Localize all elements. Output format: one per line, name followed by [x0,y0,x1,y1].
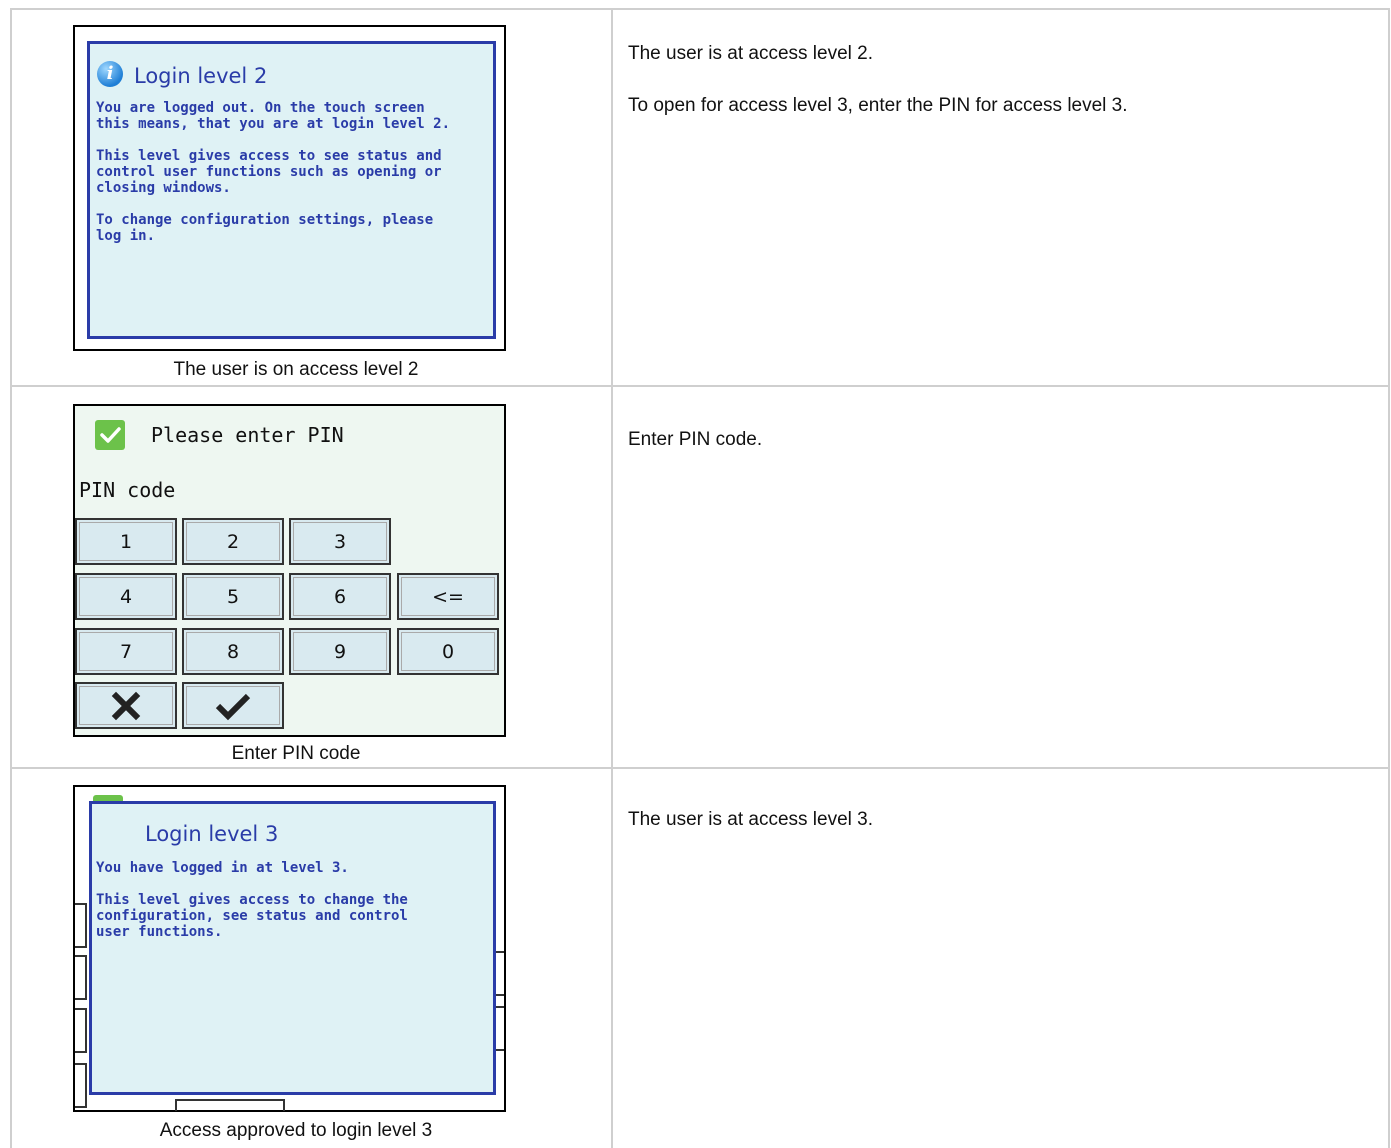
row-divider [10,767,1390,769]
screen-frame-login-level-3: Login level 3 You have logged in at leve… [73,785,506,1112]
dialog-title: Login level 2 [134,64,268,88]
key-2[interactable]: 2 [182,518,284,565]
caption: The user is on access level 2 [173,359,419,380]
background-key [75,1008,87,1053]
pin-field-label: PIN code [79,478,176,502]
confirm-button[interactable] [182,682,284,729]
key-4[interactable]: 4 [75,573,177,620]
screen-frame-login-level-2: i Login level 2 You are logged out. On t… [73,25,506,351]
description-line: To open for access level 3, enter the PI… [628,95,1128,116]
dialog-message: You are logged out. On the touch screen … [96,100,451,244]
screen-frame-enter-pin: Please enter PIN PIN code 1 2 3 4 5 6 <=… [73,404,506,737]
table-border-left [10,8,12,1148]
dialog-title: Login level 3 [145,822,279,846]
cancel-button[interactable] [75,682,177,729]
table-border-top [10,8,1390,10]
column-divider [611,8,613,1148]
close-icon [111,691,141,720]
description-line: Enter PIN code. [628,429,763,450]
info-icon: i [97,61,123,87]
key-8[interactable]: 8 [182,628,284,675]
description-line: The user is at access level 3. [628,809,873,830]
background-key [75,955,87,1000]
key-7[interactable]: 7 [75,628,177,675]
key-3[interactable]: 3 [289,518,391,565]
background-key [75,903,87,948]
caption: Access approved to login level 3 [159,1120,433,1141]
check-icon [95,420,125,450]
pin-title: Please enter PIN [151,423,344,447]
row-divider [10,385,1390,387]
table-border-right [1388,8,1390,1148]
backspace-key[interactable]: <= [397,573,499,620]
key-1[interactable]: 1 [75,518,177,565]
pin-screen: Please enter PIN PIN code 1 2 3 4 5 6 <=… [75,406,504,735]
key-6[interactable]: 6 [289,573,391,620]
key-9[interactable]: 9 [289,628,391,675]
login-level-2-dialog: i Login level 2 You are logged out. On t… [87,41,496,339]
key-5[interactable]: 5 [182,573,284,620]
background-key [175,1099,285,1111]
background-key [75,1063,87,1108]
login-level-3-dialog: Login level 3 You have logged in at leve… [89,801,496,1095]
caption: Enter PIN code [231,743,361,764]
checkmark-icon [215,693,251,720]
description-line: The user is at access level 2. [628,43,873,64]
key-0[interactable]: 0 [397,628,499,675]
dialog-message: You have logged in at level 3. This leve… [96,860,408,940]
